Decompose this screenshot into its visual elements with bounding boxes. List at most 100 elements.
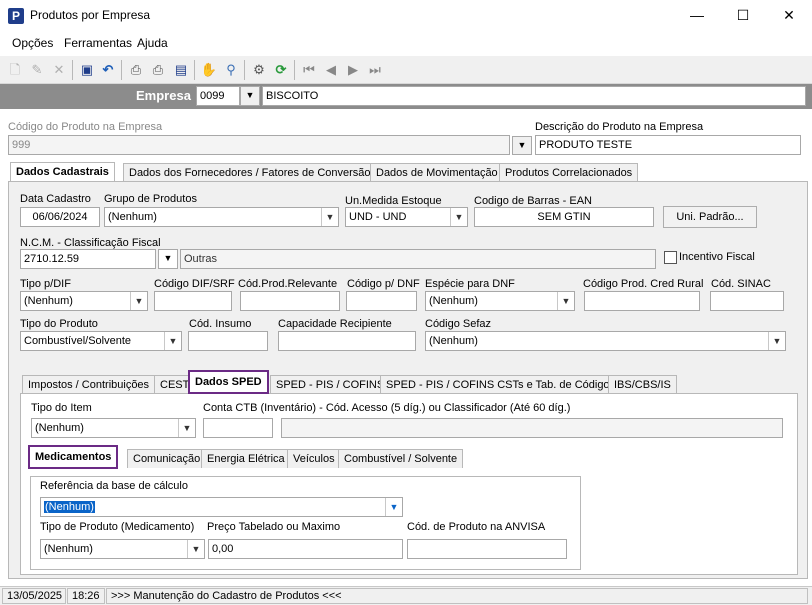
sinac-label: Cód. SINAC	[711, 278, 771, 290]
chevron-down-icon: ▼	[768, 332, 785, 350]
chevron-down-icon: ▼	[557, 292, 574, 310]
status-time: 18:26	[67, 588, 105, 604]
tab-medicamentos[interactable]: Medicamentos	[28, 445, 119, 469]
chevron-down-icon: ▼	[450, 208, 467, 226]
next-record-icon[interactable]: ▶	[344, 61, 362, 79]
search-icon[interactable]: ⚲	[222, 61, 240, 79]
minimize-button[interactable]: —	[674, 0, 720, 32]
chevron-down-icon: ▼	[178, 419, 195, 437]
tipo-item-label: Tipo do Item	[31, 402, 92, 414]
tab-comunicacao[interactable]: Comunicação	[127, 449, 207, 468]
export-icon[interactable]: ▤	[172, 61, 190, 79]
empresa-label: Empresa	[136, 88, 191, 103]
grupo-produtos-select[interactable]: (Nenhum) ▼	[104, 207, 339, 227]
unidade-medida-label: Un.Medida Estoque	[345, 195, 442, 207]
codigo-produto-dropdown[interactable]: ▼	[512, 136, 532, 155]
tipo-produto-select[interactable]: Combustível/Solvente ▼	[20, 331, 182, 351]
tipo-dif-label: Tipo p/DIF	[20, 278, 71, 290]
ncm-description: Outras	[180, 249, 656, 269]
previous-record-icon[interactable]: ◀	[322, 61, 340, 79]
delete-icon[interactable]: ✕	[50, 61, 68, 79]
tab-produtos-correlacionados[interactable]: Produtos Correlacionados	[499, 163, 639, 182]
window-title: Produtos por Empresa	[30, 8, 151, 22]
sinac-input[interactable]	[710, 291, 784, 311]
new-icon[interactable]: 🗋	[6, 61, 24, 79]
codigo-sefaz-select[interactable]: (Nenhum) ▼	[425, 331, 786, 351]
cod-insumo-input[interactable]	[188, 331, 268, 351]
tipo-medicamento-label: Tipo de Produto (Medicamento)	[40, 521, 195, 533]
tipo-dif-select[interactable]: (Nenhum) ▼	[20, 291, 148, 311]
un-padrao-button[interactable]: Uni. Padrão...	[663, 206, 757, 228]
maximize-button[interactable]: ☐	[720, 0, 766, 32]
hand-icon[interactable]: ✋	[200, 61, 218, 79]
tab-dados-cadastrais[interactable]: Dados Cadastrais	[10, 162, 115, 181]
chevron-down-icon: ▼	[187, 540, 204, 558]
conta-ctb-code-input[interactable]	[203, 418, 273, 438]
menu-opcoes[interactable]: Opções	[12, 36, 53, 50]
ncm-label: N.C.M. - Classificação Fiscal	[20, 237, 161, 249]
referencia-base-select[interactable]: (Nenhum) ▼	[40, 497, 403, 517]
tab-sped-pis-cofins[interactable]: SPED - PIS / COFINS	[270, 375, 391, 394]
data-cadastro-input[interactable]: 06/06/2024	[20, 207, 100, 227]
anvisa-input[interactable]	[407, 539, 567, 559]
tipo-medicamento-select[interactable]: (Nenhum) ▼	[40, 539, 205, 559]
empresa-code-input[interactable]: 0099	[196, 86, 240, 106]
data-cadastro-label: Data Cadastro	[20, 193, 91, 205]
ncm-dropdown-button[interactable]: ▼	[158, 249, 178, 269]
especie-dnf-label: Espécie para DNF	[425, 278, 515, 290]
descricao-produto-input[interactable]: PRODUTO TESTE	[535, 135, 801, 155]
tab-combustivel-solvente[interactable]: Combustível / Solvente	[338, 449, 464, 468]
last-record-icon[interactable]: ⏭	[366, 61, 384, 79]
status-message: >>> Manutenção do Cadastro de Produtos <…	[106, 588, 808, 604]
codigo-produto-label: Código do Produto na Empresa	[8, 121, 163, 133]
tab-impostos[interactable]: Impostos / Contribuições	[22, 375, 156, 394]
codigo-dnf-label: Código p/ DNF	[347, 278, 420, 290]
incentivo-fiscal-checkbox[interactable]	[664, 251, 677, 264]
close-button[interactable]: ✕	[766, 0, 812, 32]
undo-icon[interactable]: ↶	[99, 61, 117, 79]
chevron-down-icon: ▼	[130, 292, 147, 310]
settings-icon[interactable]: ⚙	[250, 61, 268, 79]
preco-tabelado-input[interactable]: 0,00	[208, 539, 403, 559]
capacidade-input[interactable]	[278, 331, 416, 351]
toolbar-separator	[72, 60, 73, 80]
cod-relevante-input[interactable]	[240, 291, 340, 311]
print-icon[interactable]: ⎙	[127, 61, 145, 79]
tab-energia-eletrica[interactable]: Energia Elétrica	[201, 449, 291, 468]
edit-icon[interactable]: ✎	[28, 61, 46, 79]
ncm-input[interactable]: 2710.12.59	[20, 249, 156, 269]
menu-ferramentas[interactable]: Ferramentas	[64, 36, 132, 50]
chevron-down-icon: ▼	[321, 208, 338, 226]
unidade-medida-select[interactable]: UND - UND ▼	[345, 207, 468, 227]
refresh-icon[interactable]: ⟳	[272, 61, 290, 79]
tab-veiculos[interactable]: Veículos	[287, 449, 341, 468]
chevron-down-icon: ▼	[164, 332, 181, 350]
empresa-name-input[interactable]: BISCOITO	[262, 86, 806, 106]
codigo-dif-input[interactable]	[154, 291, 232, 311]
tipo-item-select[interactable]: (Nenhum) ▼	[31, 418, 196, 438]
tab-sped-csts[interactable]: SPED - PIS / COFINS CSTs e Tab. de Códig…	[380, 375, 622, 394]
conta-ctb-label: Conta CTB (Inventário) - Cód. Acesso (5 …	[203, 402, 571, 414]
save-icon[interactable]: ▣	[78, 61, 96, 79]
tipo-produto-label: Tipo do Produto	[20, 318, 98, 330]
descricao-produto-label: Descrição do Produto na Empresa	[535, 121, 704, 133]
especie-dnf-select[interactable]: (Nenhum) ▼	[425, 291, 575, 311]
first-record-icon[interactable]: ⏮	[300, 61, 318, 79]
menu-ajuda[interactable]: Ajuda	[137, 36, 168, 50]
anvisa-label: Cód. de Produto na ANVISA	[407, 521, 546, 533]
ean-label: Codigo de Barras - EAN	[474, 195, 592, 207]
tab-dados-movimentacao[interactable]: Dados de Movimentação	[370, 163, 504, 182]
tab-dados-sped[interactable]: Dados SPED	[188, 370, 269, 394]
tab-ibs-cbs-is[interactable]: IBS/CBS/IS	[608, 375, 677, 394]
grupo-produtos-label: Grupo de Produtos	[104, 193, 197, 205]
toolbar-separator	[121, 60, 122, 80]
cred-rural-input[interactable]	[584, 291, 700, 311]
codigo-produto-input[interactable]: 999	[8, 135, 510, 155]
toolbar-separator	[244, 60, 245, 80]
print-preview-icon[interactable]: ⎙	[149, 61, 167, 79]
codigo-dnf-input[interactable]	[346, 291, 417, 311]
ean-input[interactable]: SEM GTIN	[474, 207, 654, 227]
empresa-dropdown-button[interactable]: ▼	[240, 86, 260, 106]
status-date: 13/05/2025	[2, 588, 66, 604]
tab-dados-fornecedores[interactable]: Dados dos Fornecedores / Fatores de Conv…	[123, 163, 377, 182]
